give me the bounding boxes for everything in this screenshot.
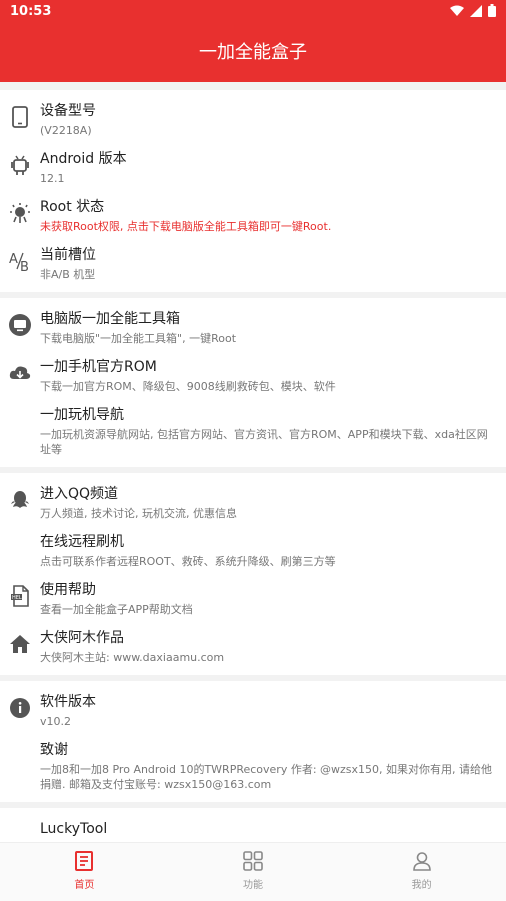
list-section: 设备型号 (V2218A) Android 版本 12.1 Root 状态未获取Root…: [0, 90, 506, 292]
list-item-title: 一加玩机导航: [40, 407, 124, 423]
nav-tab-label: 功能: [243, 880, 263, 891]
main-list[interactable]: 设备型号 (V2218A) Android 版本 12.1 Root 状态未获取Root…: [0, 82, 506, 842]
list-item[interactable]: 大侠阿木作品大侠阿木主站: www.daxiaamu.com: [0, 623, 506, 671]
list-item-subtitle: 下载电脑版"一加全能工具箱", 一键Root: [40, 332, 237, 345]
list-item-title: 当前槽位: [40, 247, 96, 263]
list-item-title: 进入QQ频道: [40, 486, 119, 502]
list-item-subtitle: 查看一加全能盒子APP帮助文档: [40, 603, 193, 616]
list-item-subtitle: 大侠阿木主站: www.daxiaamu.com: [40, 651, 225, 664]
nav-tab[interactable]: 我的: [337, 843, 506, 901]
list-item[interactable]: Android 版本 12.1: [0, 144, 506, 192]
list-item-title: 在线远程刷机: [40, 534, 124, 550]
list-section: LuckyTool对ColorOS系统进行的扩展优化的Xposed模块: [0, 808, 506, 842]
nav-tab[interactable]: 功能: [169, 843, 338, 901]
list-item-title: Root 状态: [40, 199, 105, 215]
nav-tab[interactable]: 首页: [0, 843, 169, 901]
home-doc-icon: [0, 849, 169, 873]
cloud-download-icon: [9, 362, 31, 384]
signal-icon: [470, 4, 482, 17]
user-icon: [337, 849, 506, 873]
list-item-title: 致谢: [40, 742, 68, 758]
list-item[interactable]: 进入QQ频道万人频道, 技术讨论, 玩机交流, 优惠信息: [0, 479, 506, 527]
battery-icon: [488, 4, 496, 17]
list-item-subtitle: 12.1: [40, 172, 65, 185]
list-item[interactable]: 电脑版一加全能工具箱下载电脑版"一加全能工具箱", 一键Root: [0, 304, 506, 352]
list-item[interactable]: Root 状态未获取Root权限, 点击下载电脑版全能工具箱即可一键Root.: [0, 192, 506, 240]
list-item-subtitle: 万人频道, 技术讨论, 玩机交流, 优惠信息: [40, 507, 237, 520]
grid-icon: [169, 849, 338, 873]
list-item-title: 大侠阿木作品: [40, 630, 124, 646]
wifi-icon: [450, 5, 464, 16]
status-icons: [450, 4, 496, 17]
list-item-subtitle: 下载一加官方ROM、降级包、9008线刷救砖包、模块、软件: [40, 380, 336, 393]
list-item-title: 电脑版一加全能工具箱: [40, 311, 180, 327]
help-doc-icon: HELP: [9, 585, 31, 607]
phone-icon: [9, 106, 31, 128]
list-section: 进入QQ频道万人频道, 技术讨论, 玩机交流, 优惠信息 在线远程刷机点击可联系作…: [0, 473, 506, 675]
ab-slot-icon: AB: [9, 250, 31, 272]
list-item-subtitle: 非A/B 机型: [40, 268, 96, 281]
root-icon: [9, 202, 31, 224]
list-section: 电脑版一加全能工具箱 下载电脑版"一加全能工具箱", 一键Root 一加手机官方RO…: [0, 298, 506, 467]
list-item-subtitle: 点击可联系作者远程ROOT、救砖、系统升降级、刷第三方等: [40, 555, 336, 568]
status-time: 10:53: [10, 4, 52, 19]
list-item[interactable]: LuckyTool对ColorOS系统进行的扩展优化的Xposed模块: [0, 814, 506, 842]
list-item[interactable]: 一加玩机导航一加玩机资源导航网站, 包括官方网站、官方资讯、官方ROM、APP和…: [0, 400, 506, 463]
list-item[interactable]: HELP 使用帮助查看一加全能盒子APP帮助文档: [0, 575, 506, 623]
list-item-subtitle: 一加玩机资源导航网站, 包括官方网站、官方资讯、官方ROM、APP和模块下载、x…: [40, 428, 488, 456]
list-item-subtitle: (V2218A): [40, 124, 92, 137]
list-item[interactable]: 一加手机官方ROM 下载一加官方ROM、降级包、9008线刷救砖包、模块、软件: [0, 352, 506, 400]
list-item[interactable]: 软件版本 v10.2: [0, 687, 506, 735]
info-icon: [9, 697, 31, 719]
list-item-title: 软件版本: [40, 694, 96, 710]
list-item-title: 一加手机官方ROM: [40, 359, 157, 375]
list-item-subtitle: 未获取Root权限, 点击下载电脑版全能工具箱即可一键Root.: [40, 220, 332, 233]
list-item-title: Android 版本: [40, 151, 127, 167]
home-icon: [9, 633, 31, 655]
list-item[interactable]: 在线远程刷机点击可联系作者远程ROOT、救砖、系统升降级、刷第三方等: [0, 527, 506, 575]
monitor-icon: [9, 314, 31, 336]
bottom-nav: 首页 功能 我的: [0, 842, 506, 901]
app-title: 一加全能盒子: [199, 42, 307, 63]
list-item-title: LuckyTool: [40, 821, 108, 837]
nav-tab-label: 我的: [411, 880, 432, 891]
list-item[interactable]: 设备型号 (V2218A): [0, 96, 506, 144]
list-item-title: 使用帮助: [40, 582, 96, 598]
list-section: 软件版本 v10.2 致谢一加8和一加8 Pro Android 10的TWRPRe…: [0, 681, 506, 802]
app-bar: 一加全能盒子: [0, 24, 506, 82]
svg-text:A: A: [9, 252, 18, 267]
qq-icon: [9, 489, 31, 511]
list-item-subtitle: v10.2: [40, 715, 72, 728]
list-item-subtitle: 一加8和一加8 Pro Android 10的TWRPRecovery 作者: …: [40, 763, 493, 791]
list-item[interactable]: A B 当前槽位非A/B 机型: [0, 240, 506, 288]
svg-text:B: B: [20, 260, 29, 272]
list-item-title: 设备型号: [40, 103, 96, 119]
svg-text:HELP: HELP: [12, 595, 25, 601]
android-icon: [9, 154, 31, 176]
list-item[interactable]: 致谢一加8和一加8 Pro Android 10的TWRPRecovery 作者…: [0, 735, 506, 798]
status-bar: 10:53: [0, 0, 506, 24]
nav-tab-label: 首页: [74, 880, 95, 891]
